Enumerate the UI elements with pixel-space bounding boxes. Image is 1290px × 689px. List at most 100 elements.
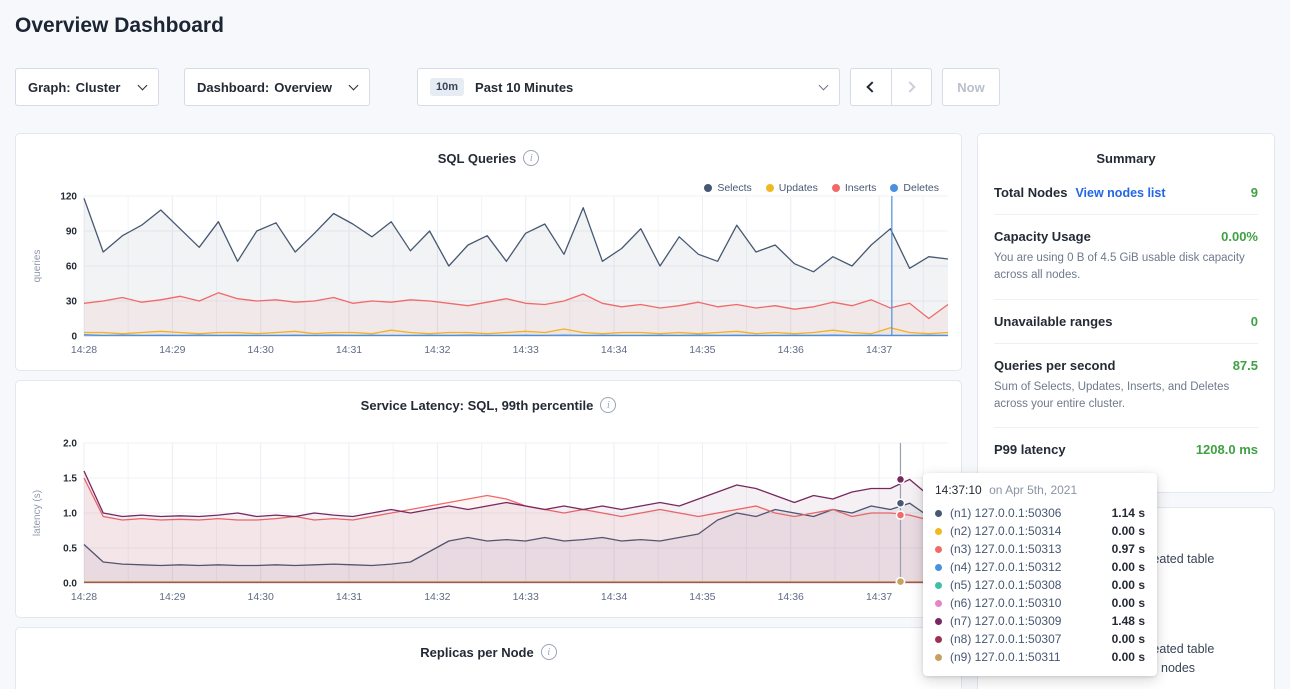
tooltip-node-label: (n9) 127.0.0.1:50311 xyxy=(950,650,1061,664)
series-dot-icon xyxy=(935,600,942,607)
svg-text:14:33: 14:33 xyxy=(513,591,539,603)
chart-tooltip: 14:37:10 on Apr 5th, 2021 (n1) 127.0.0.1… xyxy=(923,473,1157,676)
series-dot-icon xyxy=(935,654,942,661)
svg-text:1.5: 1.5 xyxy=(63,474,77,485)
graph-dropdown[interactable]: Graph: Cluster xyxy=(15,68,159,106)
time-nav-group xyxy=(850,68,932,106)
svg-text:14:35: 14:35 xyxy=(689,344,715,356)
sql-queries-card: SQL Queries i Selects Updates Inserts Delet… xyxy=(15,133,962,371)
time-back-button[interactable] xyxy=(851,69,891,105)
svg-text:queries: queries xyxy=(32,250,43,283)
legend-dot-icon xyxy=(766,184,774,192)
svg-text:14:34: 14:34 xyxy=(601,344,627,356)
tooltip-node-value: 1.14 s xyxy=(1112,506,1145,520)
series-dot-icon xyxy=(935,528,942,535)
legend-item[interactable]: Selects xyxy=(704,182,751,194)
tooltip-node-value: 0.00 s xyxy=(1112,650,1145,664)
tooltip-row: (n4) 127.0.0.1:50312 0.00 s xyxy=(935,558,1145,576)
tooltip-node-label: (n7) 127.0.0.1:50309 xyxy=(950,614,1061,628)
svg-text:14:29: 14:29 xyxy=(159,344,185,356)
chart-title: SQL Queries xyxy=(438,151,517,166)
p99-latency-label: P99 latency xyxy=(994,442,1066,457)
time-range-dropdown[interactable]: 10m Past 10 Minutes xyxy=(417,68,840,106)
time-forward-button[interactable] xyxy=(891,69,932,105)
total-nodes-value: 9 xyxy=(1251,185,1258,200)
tooltip-timestamp: 14:37:10 on Apr 5th, 2021 xyxy=(935,483,1145,497)
svg-text:latency (s): latency (s) xyxy=(32,490,43,536)
legend-dot-icon xyxy=(704,184,712,192)
tooltip-node-value: 0.00 s xyxy=(1112,560,1145,574)
service-latency-chart[interactable]: 14:28 14:29 14:30 14:31 14:32 14:33 14:34 14:35… xyxy=(28,435,956,607)
chevron-left-icon xyxy=(867,81,878,92)
legend-item[interactable]: Updates xyxy=(766,182,818,194)
tooltip-row: (n1) 127.0.0.1:503061.14 s xyxy=(935,504,1145,522)
legend-label: Inserts xyxy=(845,182,877,194)
svg-text:14:32: 14:32 xyxy=(424,591,450,603)
svg-text:14:31: 14:31 xyxy=(336,591,362,603)
graph-dropdown-label: Graph: xyxy=(28,80,71,95)
series-dot-icon xyxy=(935,582,942,589)
svg-text:14:29: 14:29 xyxy=(159,591,185,603)
summary-row-p99: P99 latency 1208.0 ms xyxy=(994,428,1258,471)
dashboard-dropdown-label: Dashboard: xyxy=(197,80,269,95)
series-dot-icon xyxy=(935,510,942,517)
sql-queries-chart[interactable]: 14:2814:2914:3014:3114:3214:3314:3414:35… xyxy=(28,188,956,360)
total-nodes-label: Total Nodes xyxy=(994,185,1067,200)
svg-text:0.5: 0.5 xyxy=(63,544,77,555)
capacity-usage-label: Capacity Usage xyxy=(994,229,1091,244)
tooltip-node-value: 1.48 s xyxy=(1112,614,1145,628)
time-range-label: Past 10 Minutes xyxy=(475,80,573,95)
series-dot-icon xyxy=(935,546,942,553)
tooltip-row: (n6) 127.0.0.1:503100.00 s xyxy=(935,594,1145,612)
svg-text:14:37: 14:37 xyxy=(866,591,892,603)
svg-text:1.0: 1.0 xyxy=(63,509,77,520)
capacity-usage-value: 0.00% xyxy=(1221,229,1258,244)
info-icon[interactable]: i xyxy=(600,397,616,413)
tooltip-time: 14:37:10 xyxy=(935,483,982,497)
event-text: created table xyxy=(1142,642,1274,656)
svg-text:14:34: 14:34 xyxy=(601,591,627,603)
summary-heading: Summary xyxy=(978,134,1274,171)
svg-text:14:35: 14:35 xyxy=(689,591,715,603)
legend-label: Updates xyxy=(779,182,818,194)
tooltip-node-label: (n4) 127.0.0.1:50312 xyxy=(950,560,1061,574)
tooltip-row: (n9) 127.0.0.1:50311 0.00 s xyxy=(935,648,1145,666)
series-dot-icon xyxy=(935,636,942,643)
series-dot-icon xyxy=(935,618,942,625)
legend-item[interactable]: Inserts xyxy=(832,182,877,194)
svg-text:14:30: 14:30 xyxy=(248,591,274,603)
tooltip-node-label: (n8) 127.0.0.1:50307 xyxy=(950,632,1061,646)
summary-panel: Summary Total Nodes View nodes list 9 Ca… xyxy=(977,133,1275,493)
svg-text:0: 0 xyxy=(71,332,77,343)
dashboard-dropdown-value: Overview xyxy=(274,80,332,95)
tooltip-node-label: (n5) 127.0.0.1:50308 xyxy=(950,578,1061,592)
svg-text:2.0: 2.0 xyxy=(63,439,77,450)
tooltip-node-label: (n3) 127.0.0.1:50313 xyxy=(950,542,1061,556)
view-nodes-list-link[interactable]: View nodes list xyxy=(1075,186,1165,200)
svg-text:14:28: 14:28 xyxy=(71,344,97,356)
info-icon[interactable]: i xyxy=(541,644,557,660)
tooltip-row: (n2) 127.0.0.1:503140.00 s xyxy=(935,522,1145,540)
summary-row-total-nodes: Total Nodes View nodes list 9 xyxy=(994,171,1258,215)
service-latency-card: Service Latency: SQL, 99th percentile i … xyxy=(15,380,962,618)
legend-item[interactable]: Deletes xyxy=(890,182,939,194)
svg-text:14:36: 14:36 xyxy=(778,591,804,603)
now-button[interactable]: Now xyxy=(942,68,1000,106)
svg-text:14:30: 14:30 xyxy=(248,344,274,356)
tooltip-node-value: 0.97 s xyxy=(1112,542,1145,556)
info-icon[interactable]: i xyxy=(523,150,539,166)
page-title: Overview Dashboard xyxy=(15,14,224,38)
chevron-down-icon xyxy=(138,80,148,90)
legend-label: Deletes xyxy=(903,182,939,194)
unavailable-ranges-value: 0 xyxy=(1251,314,1258,329)
dashboard-dropdown[interactable]: Dashboard: Overview xyxy=(184,68,370,106)
legend-label: Selects xyxy=(717,182,751,194)
chevron-down-icon xyxy=(349,80,359,90)
svg-text:14:37: 14:37 xyxy=(866,344,892,356)
qps-value: 87.5 xyxy=(1233,358,1258,373)
tooltip-date: on Apr 5th, 2021 xyxy=(989,483,1077,497)
tooltip-node-value: 0.00 s xyxy=(1112,596,1145,610)
replicas-per-node-card: Replicas per Node i xyxy=(15,627,962,689)
svg-text:14:33: 14:33 xyxy=(513,344,539,356)
svg-text:14:28: 14:28 xyxy=(71,591,97,603)
